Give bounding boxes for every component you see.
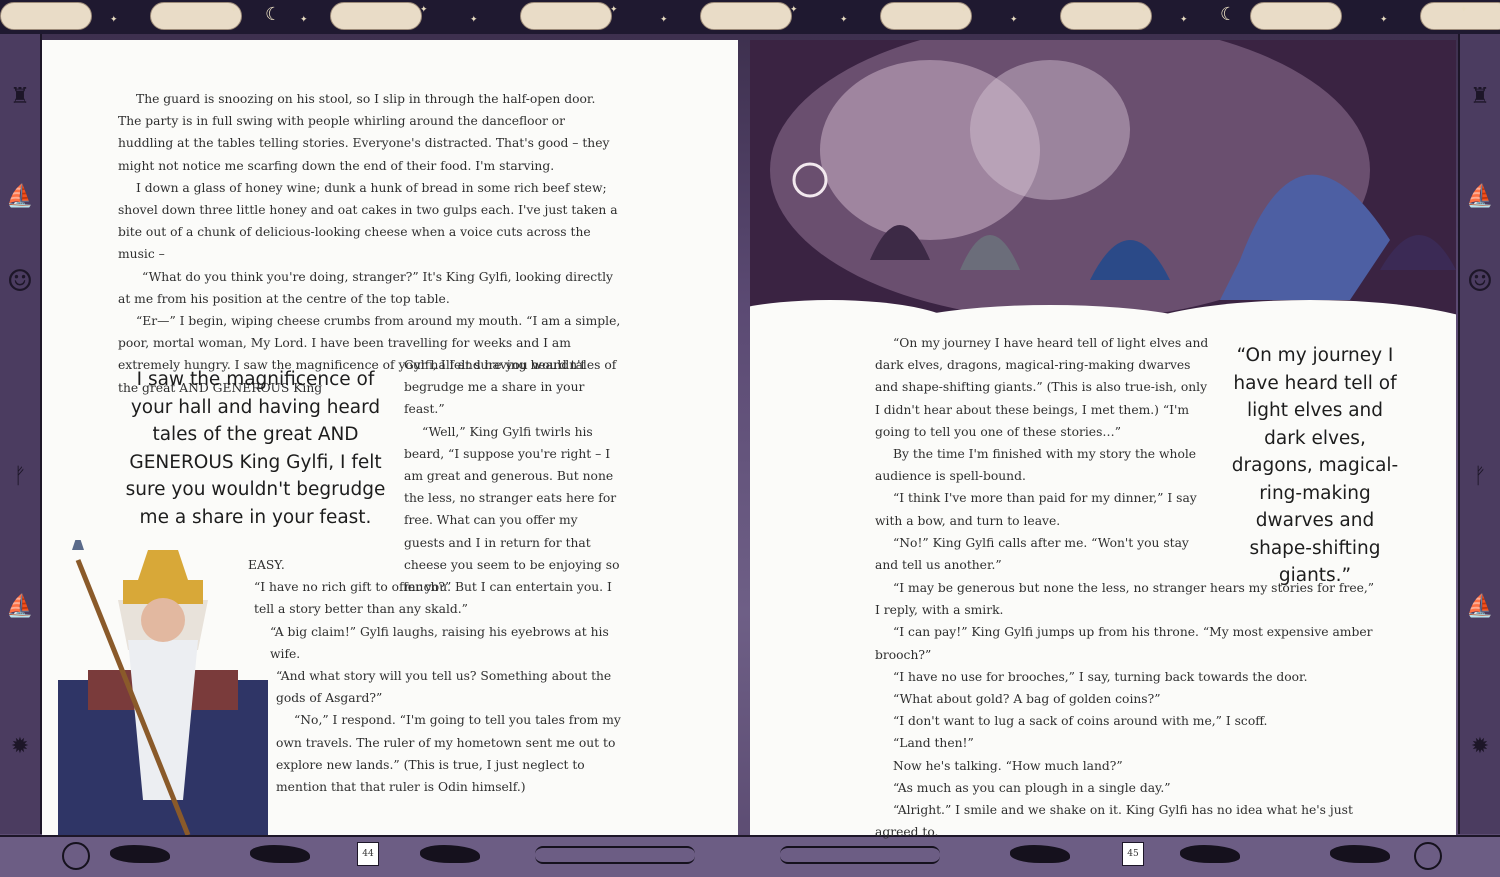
cloud-ornament	[0, 2, 92, 30]
star-icon: ✦	[420, 5, 428, 15]
cloud-ornament	[520, 2, 612, 30]
wolf-icon	[110, 845, 170, 863]
star-icon: ✦	[1460, 5, 1468, 15]
knot-ornament	[535, 846, 695, 864]
paragraph: “As much as you can plough in a single d…	[893, 780, 1171, 795]
face-icon: ☺	[6, 264, 34, 299]
ship-icon: ⛵	[6, 594, 34, 619]
left-border: ♜ ⛵ ☺ ᚠ ⛵ ✹	[0, 34, 42, 834]
star-icon: ✦	[610, 5, 618, 15]
wheel-icon	[1414, 842, 1442, 870]
paragraph: “I may be generous but none the less, no…	[875, 581, 1375, 618]
paragraph: By the time I'm finished with my story t…	[875, 447, 1197, 484]
paragraph: “What about gold? A bag of golden coins?…	[893, 692, 1161, 707]
paragraph: “What do you think you're doing, strange…	[118, 269, 613, 306]
paragraph: “No,” I respond. “I'm going to tell you …	[276, 713, 621, 795]
cloud-ornament	[1060, 2, 1152, 30]
star-icon: ✦	[1010, 15, 1018, 25]
paragraph: Gylfi, I felt sure you wouldn't begrudge…	[404, 358, 586, 417]
paragraph: “A big claim!” Gylfi laughs, raising his…	[270, 624, 609, 661]
star-icon: ✦	[110, 15, 118, 25]
paragraph-easy: EASY.	[248, 558, 285, 572]
left-text-top: The guard is snoozing on his stool, so I…	[118, 88, 622, 399]
ship-icon: ⛵	[6, 184, 34, 209]
paragraph: “Land then!”	[893, 736, 974, 751]
star-icon: ✦	[1180, 15, 1188, 25]
left-text-bottom: EASY. “I have no rich gift to offer you.…	[248, 554, 624, 798]
page-number-right: 45	[1122, 842, 1144, 866]
storytelling-illustration	[750, 40, 1456, 335]
helmet-icon: ♜	[1470, 84, 1490, 109]
star-icon: ✦	[840, 15, 848, 25]
paragraph: “I have no rich gift to offer you. But I…	[254, 580, 612, 617]
right-text-column: “On my journey I have heard tell of ligh…	[875, 332, 1211, 576]
star-icon: ✦	[1330, 5, 1338, 15]
ship-icon: ⛵	[1466, 184, 1494, 209]
page-number-left: 44	[357, 842, 379, 866]
face-icon: ☺	[1466, 264, 1494, 299]
paragraph: Now he's talking. “How much land?”	[893, 758, 1123, 773]
star-icon: ✦	[300, 15, 308, 25]
paragraph: “I have no use for brooches,” I say, tur…	[893, 669, 1308, 684]
rune-icon: ᚠ	[13, 464, 27, 489]
cloud-ornament	[1250, 2, 1342, 30]
wolf-icon	[1330, 845, 1390, 863]
star-icon: ✦	[1380, 15, 1388, 25]
wolf-icon	[1180, 845, 1240, 863]
star-icon: ✦	[470, 15, 478, 25]
paragraph: “And what story will you tell us? Someth…	[276, 669, 612, 706]
right-border: ♜ ⛵ ☺ ᚠ ⛵ ✹	[1458, 34, 1500, 834]
paragraph: “No!” King Gylfi calls after me. “Won't …	[875, 535, 1189, 573]
paragraph: I down a glass of honey wine; dunk a hun…	[118, 180, 618, 262]
star-icon: ✦	[960, 5, 968, 15]
moon-icon: ☾	[1220, 4, 1237, 25]
wheel-icon: ✹	[1470, 734, 1490, 759]
star-icon: ✦	[660, 15, 668, 25]
wolf-icon	[1010, 845, 1070, 863]
cloud-ornament	[880, 2, 972, 30]
rune-icon: ᚠ	[1473, 464, 1487, 489]
helmet-icon: ♜	[10, 84, 30, 109]
paragraph: “Alright.” I smile and we shake on it. K…	[875, 803, 1353, 840]
star-icon: ✦	[1140, 5, 1148, 15]
cloud-ornament	[150, 2, 242, 30]
wolf-icon	[420, 845, 480, 863]
moon-icon: ☾	[265, 4, 282, 25]
book-spread: ✦ ✦ ✦ ✦ ✦ ✦ ✦ ✦ ✦ ✦ ✦ ✦ ✦ ✦ ✦ ✦ ☾ ☾ ♜ ⛵ ☺ ᚠ ⛵ ✹ ♜ ⛵ ☺ ᚠ ⛵…	[0, 0, 1500, 877]
pull-quote-right: “On my journey I have heard tell of ligh…	[1231, 345, 1399, 586]
cloud-ornament	[700, 2, 792, 30]
star-icon: ✦	[230, 5, 238, 15]
paragraph: “I don't want to lug a sack of coins aro…	[893, 714, 1268, 729]
paragraph: “I can pay!” King Gylfi jumps up from hi…	[875, 625, 1373, 662]
pull-quote-left: I saw the magnificence of your hall and …	[125, 369, 386, 528]
star-icon: ✦	[790, 5, 798, 15]
knot-ornament	[780, 846, 940, 864]
paragraph: “I think I've more than paid for my dinn…	[875, 491, 1197, 528]
cloud-ornament	[330, 2, 422, 30]
king-gylfi-illustration	[58, 540, 268, 835]
wheel-icon	[62, 842, 90, 870]
wolf-icon	[250, 845, 310, 863]
paragraph: The guard is snoozing on his stool, so I…	[118, 92, 610, 173]
paragraph: “On my journey I have heard tell of ligh…	[875, 336, 1209, 439]
right-text-full: “I may be generous but none the less, no…	[875, 577, 1380, 843]
ship-icon: ⛵	[1466, 594, 1494, 619]
wheel-icon: ✹	[10, 734, 30, 759]
